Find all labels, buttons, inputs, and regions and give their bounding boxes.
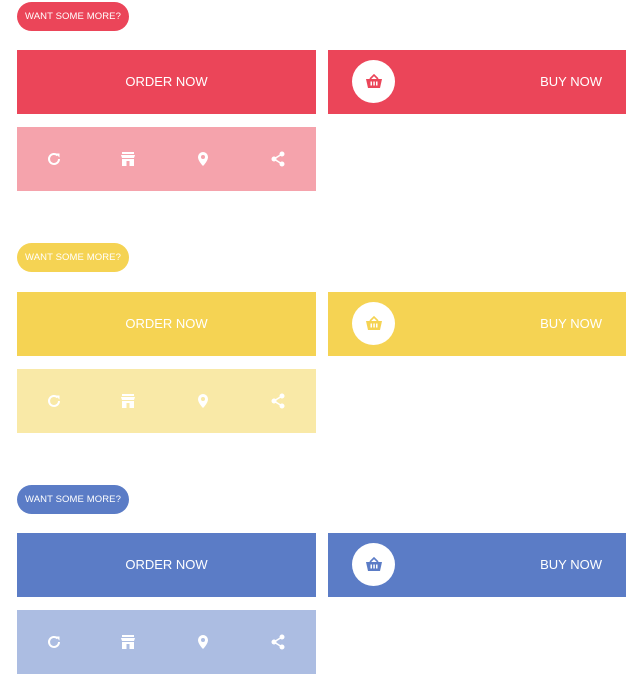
want-more-pill-button[interactable]: WANT SOME MORE? — [17, 243, 129, 272]
basket-icon — [352, 302, 395, 345]
basket-icon — [352, 543, 395, 586]
location-pin-icon[interactable] — [193, 149, 213, 169]
buy-now-button[interactable]: BUY NOW — [328, 292, 626, 356]
store-icon[interactable] — [118, 149, 138, 169]
location-pin-icon[interactable] — [193, 632, 213, 652]
refresh-icon[interactable] — [44, 391, 64, 411]
icon-toolbar — [17, 369, 316, 433]
location-pin-icon[interactable] — [193, 391, 213, 411]
share-icon[interactable] — [268, 391, 288, 411]
buy-now-button[interactable]: BUY NOW — [328, 50, 626, 114]
share-icon[interactable] — [268, 632, 288, 652]
buy-now-label: BUY NOW — [540, 316, 602, 331]
buy-now-button[interactable]: BUY NOW — [328, 533, 626, 597]
share-icon[interactable] — [268, 149, 288, 169]
icon-toolbar — [17, 610, 316, 674]
buy-now-label: BUY NOW — [540, 557, 602, 572]
want-more-pill-button[interactable]: WANT SOME MORE? — [17, 2, 129, 31]
icon-toolbar — [17, 127, 316, 191]
store-icon[interactable] — [118, 391, 138, 411]
order-now-button[interactable]: ORDER NOW — [17, 292, 316, 356]
want-more-pill-button[interactable]: WANT SOME MORE? — [17, 485, 129, 514]
basket-icon — [352, 60, 395, 103]
refresh-icon[interactable] — [44, 149, 64, 169]
order-now-button[interactable]: ORDER NOW — [17, 533, 316, 597]
order-now-button[interactable]: ORDER NOW — [17, 50, 316, 114]
buy-now-label: BUY NOW — [540, 74, 602, 89]
refresh-icon[interactable] — [44, 632, 64, 652]
store-icon[interactable] — [118, 632, 138, 652]
